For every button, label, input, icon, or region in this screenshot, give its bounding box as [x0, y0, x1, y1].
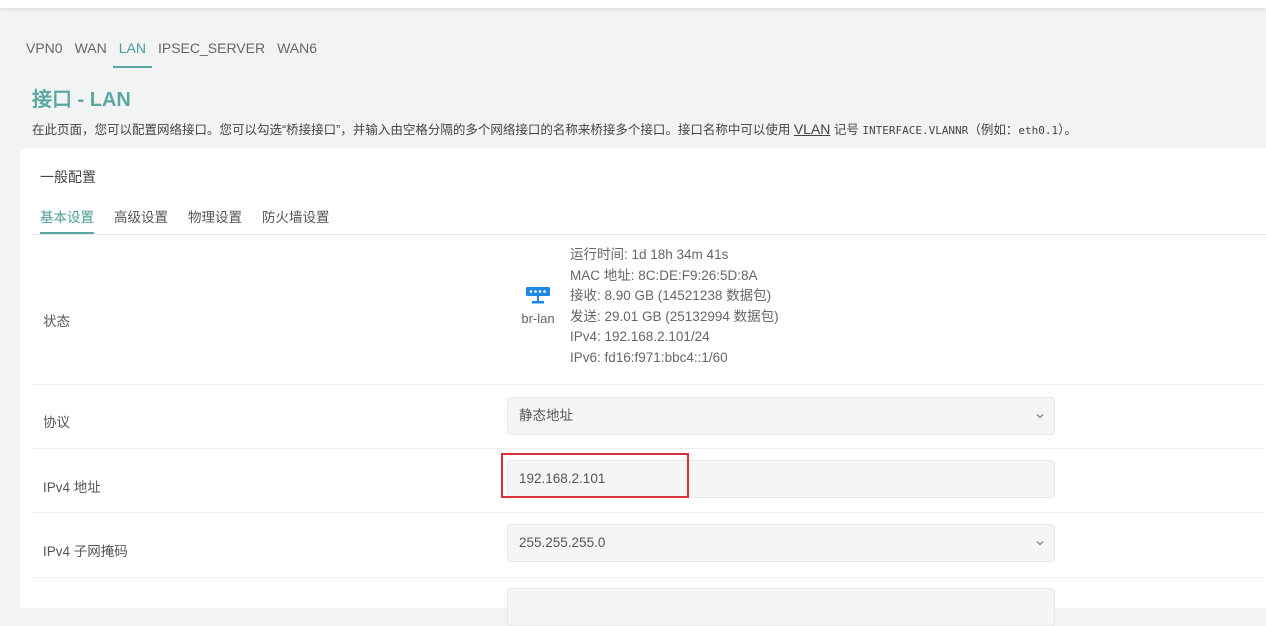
uptime-text: 运行时间: 1d 18h 34m 41s — [570, 247, 729, 262]
tab-wan6[interactable]: WAN6 — [277, 40, 317, 68]
ipv4-netmask-row: IPv4 子网掩码 255.255.255.0 — [32, 513, 1264, 578]
ipv6-text: IPv6: fd16:f971:bbc4::1/60 — [570, 349, 728, 365]
page-title: 接口 - LAN — [32, 89, 131, 111]
ipv4-address-label: IPv4 地址 — [43, 480, 101, 495]
section-title: 一般配置 — [40, 169, 96, 185]
ipv4-netmask-label: IPv4 子网掩码 — [43, 544, 128, 559]
ipv4-netmask-select[interactable]: 255.255.255.0 — [507, 524, 1055, 562]
mac-text: MAC 地址: 8C:DE:F9:26:5D:8A — [570, 267, 758, 283]
protocol-label: 协议 — [43, 415, 70, 430]
device-name: br-lan — [521, 311, 555, 326]
tab-lan[interactable]: LAN — [112, 40, 152, 68]
tx-text: 发送: 29.01 GB (25132994 数据包) — [570, 308, 779, 324]
tab-wan[interactable]: WAN — [75, 40, 107, 68]
general-config-card: 一般配置 基本设置 高级设置 物理设置 防火墙设置 状态 br-lan 运行时间… — [20, 148, 1266, 626]
tab-advanced-settings[interactable]: 高级设置 — [114, 206, 168, 234]
tab-ipsec-server[interactable]: IPSEC_SERVER — [158, 40, 265, 68]
status-details: 运行时间: 1d 18h 34m 41s MAC 地址: 8C:DE:F9:26… — [570, 245, 779, 368]
protocol-value: 静态地址 — [519, 408, 573, 423]
chevron-down-icon — [1036, 541, 1044, 546]
desc-text: 在此页面，您可以配置网络接口。您可以勾选“桥接接口”，并输入由空格分隔的多个网络… — [32, 123, 794, 137]
desc-text: ）。 — [1058, 123, 1077, 137]
tab-basic-settings[interactable]: 基本设置 — [40, 206, 94, 234]
interface-tabs: VPN0 WAN LAN IPSEC_SERVER WAN6 — [26, 40, 329, 68]
top-bar — [0, 0, 1266, 8]
rx-text: 接收: 8.90 GB (14521238 数据包) — [570, 288, 772, 303]
protocol-row: 协议 静态地址 — [32, 385, 1264, 449]
status-label: 状态 — [43, 314, 70, 329]
page-description: 在此页面，您可以配置网络接口。您可以勾选“桥接接口”，并输入由空格分隔的多个网络… — [32, 119, 1077, 138]
tab-firewall-settings[interactable]: 防火墙设置 — [262, 206, 330, 234]
desc-example: eth0.1 — [1018, 124, 1059, 137]
desc-text: （例如： — [968, 123, 1019, 137]
config-tabs: 基本设置 高级设置 物理设置 防火墙设置 — [40, 206, 350, 234]
highlight-box — [501, 453, 689, 498]
device: br-lan — [518, 285, 558, 326]
network-switch-icon — [518, 285, 558, 305]
desc-text: 记号 — [830, 123, 863, 137]
ipv4-netmask-value: 255.255.255.0 — [519, 535, 606, 550]
protocol-select[interactable]: 静态地址 — [507, 397, 1055, 435]
tab-physical-settings[interactable]: 物理设置 — [188, 206, 242, 234]
chevron-down-icon — [1036, 414, 1044, 419]
status-row: 状态 br-lan 运行时间: 1d 18h 34m 41s MAC 地址: 8… — [32, 235, 1264, 385]
vlan-link[interactable]: VLAN — [794, 121, 831, 137]
ipv4-text: IPv4: 192.168.2.101/24 — [570, 329, 710, 344]
tab-vpn0[interactable]: VPN0 — [26, 40, 63, 68]
next-field[interactable] — [507, 588, 1055, 626]
desc-code: INTERFACE.VLANNR — [862, 124, 969, 137]
